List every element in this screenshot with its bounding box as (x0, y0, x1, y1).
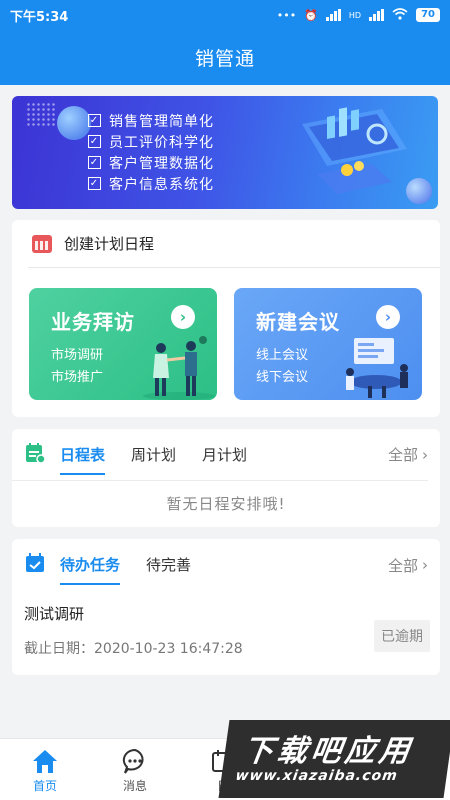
nav-home[interactable]: 首页 (20, 745, 70, 794)
todo-tabs: 待办任务 待完善 全部 › (12, 539, 428, 591)
business-visit-tile[interactable]: 业务拜访 › 市场调研 市场推广 (29, 288, 217, 400)
watermark-url: www.xiazaiba.com (234, 768, 399, 784)
dashboard-illustration (302, 107, 407, 194)
watermark-title: 下载吧应用 (240, 734, 416, 769)
schedule-card: 日程表 周计划 月计划 全部 › 暂无日程安排哦! (12, 429, 440, 527)
nav-messages[interactable]: 消息 (110, 745, 160, 794)
arrow-right-icon: › (171, 305, 195, 329)
empty-schedule-message: 暂无日程安排哦! (166, 495, 286, 513)
wifi-icon (392, 7, 408, 23)
network-label: HD (348, 10, 362, 20)
tile-line: 线下会议 (256, 370, 309, 385)
app-bar: 销管通 (0, 30, 450, 85)
meeting-illustration (346, 338, 408, 398)
task-item[interactable]: 测试调研 截止日期：2020-10-23 16:47:28 已逾期 (12, 603, 440, 658)
home-icon (20, 745, 70, 777)
task-due-date: 截止日期：2020-10-23 16:47:28 (24, 641, 243, 657)
view-all-schedule-link[interactable]: 全部 › (388, 444, 428, 465)
ball-decoration (57, 106, 91, 140)
tab-weekly-plan[interactable]: 周计划 (131, 429, 176, 481)
status-bar: 下午5:34 ••• ⏰ HD 70 (0, 0, 450, 30)
signal-icon (325, 9, 341, 21)
more-dots-icon: ••• (276, 8, 297, 22)
plan-title: 创建计划日程 (64, 235, 155, 253)
tile-line: 市场推广 (51, 370, 104, 385)
todo-card: 待办任务 待完善 全部 › 测试调研 截止日期：2020-10-23 16:47:… (12, 539, 440, 675)
tab-schedule[interactable]: 日程表 (60, 429, 106, 481)
banner-item: ✓ 客户管理数据化 (88, 155, 214, 172)
tab-pending-tasks[interactable]: 待办任务 (60, 539, 121, 591)
checkbox-icon: ✓ (88, 177, 101, 190)
dots-decoration (26, 102, 56, 126)
task-name: 测试调研 (24, 605, 85, 623)
battery-icon: 70 (416, 8, 440, 22)
watermark-logo: 下载吧应用 www.xiazaiba.com (218, 720, 450, 798)
calendar-icon (32, 234, 52, 253)
view-all-tasks-link[interactable]: 全部 › (388, 555, 428, 576)
tile-line: 市场调研 (51, 348, 104, 363)
banner-checklist: ✓ 销售管理简单化 ✓ 员工评价科学化 ✓ 客户管理数据化 ✓ 客户信息系统化 (88, 110, 214, 194)
new-meeting-tile[interactable]: 新建会议 › 线上会议 线下会议 (234, 288, 422, 400)
schedule-list-icon (24, 442, 46, 468)
alarm-icon: ⏰ (304, 8, 318, 22)
chevron-right-icon: › (422, 445, 428, 464)
todo-calendar-icon (24, 552, 46, 578)
signal-icon-2 (369, 9, 385, 21)
banner-item: ✓ 销售管理简单化 (88, 113, 214, 130)
message-icon (110, 745, 160, 777)
tab-to-complete[interactable]: 待完善 (146, 539, 191, 591)
banner-item: ✓ 客户信息系统化 (88, 176, 214, 193)
arrow-right-icon: › (376, 305, 400, 329)
app-title: 销管通 (194, 48, 255, 70)
tile-title: 新建会议 (256, 310, 340, 334)
plan-header: 创建计划日程 (28, 220, 440, 268)
nav-label: 首页 (32, 779, 57, 793)
status-time: 下午5:34 (10, 9, 69, 25)
overdue-badge: 已逾期 (374, 620, 430, 652)
schedule-tabs: 日程表 周计划 月计划 全部 › (12, 429, 428, 481)
handshake-illustration (143, 336, 215, 400)
checkbox-icon: ✓ (88, 156, 101, 169)
promo-banner[interactable]: ✓ 销售管理简单化 ✓ 员工评价科学化 ✓ 客户管理数据化 ✓ 客户信息系统化 (12, 96, 438, 209)
nav-label: 消息 (122, 779, 147, 793)
checkbox-icon: ✓ (88, 135, 101, 148)
tab-monthly-plan[interactable]: 月计划 (202, 429, 247, 481)
status-icons: ••• ⏰ HD 70 (276, 7, 440, 23)
tile-title: 业务拜访 (51, 310, 135, 334)
tile-line: 线上会议 (256, 348, 309, 363)
plan-card: 创建计划日程 业务拜访 › 市场调研 市场推广 新建会议 › 线上会议 线下会议 (12, 220, 440, 417)
banner-item: ✓ 员工评价科学化 (88, 134, 214, 151)
chevron-right-icon: › (422, 556, 428, 574)
checkbox-icon: ✓ (88, 114, 101, 127)
